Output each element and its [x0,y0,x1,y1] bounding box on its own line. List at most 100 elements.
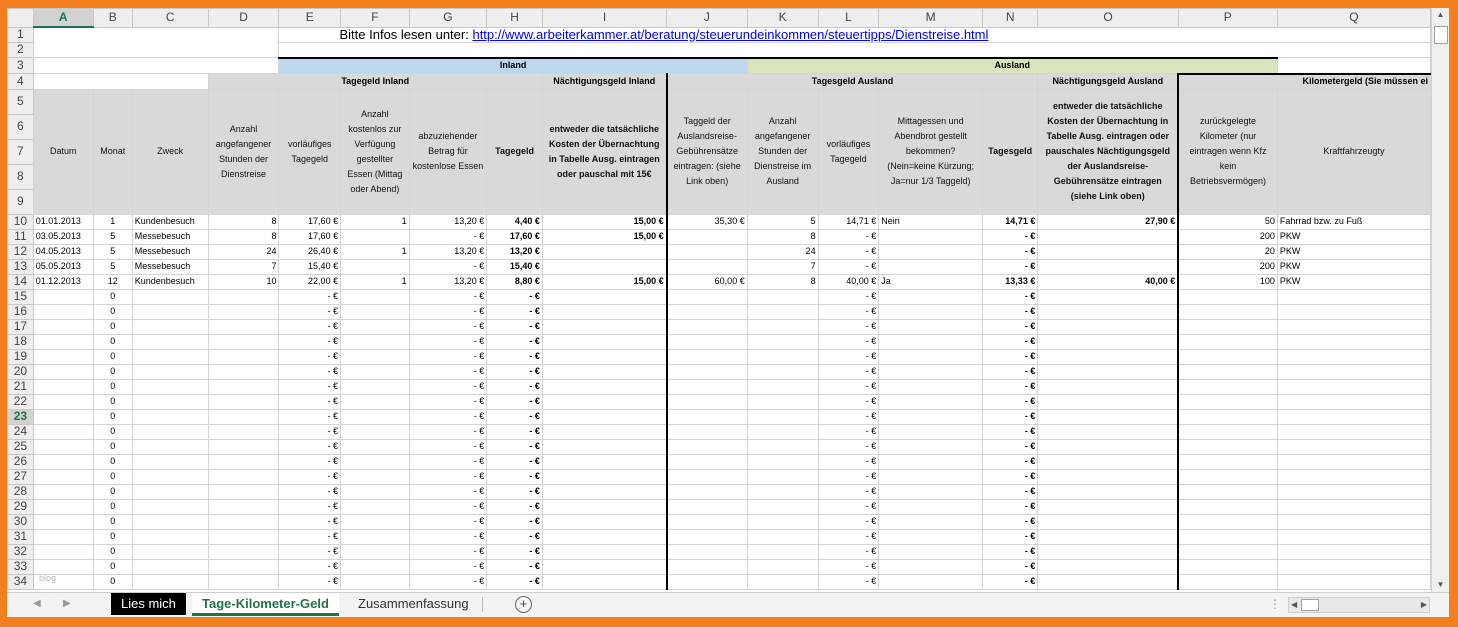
cell-f32[interactable] [340,543,410,560]
cell-g25[interactable]: - € [408,438,488,455]
cell-e10[interactable]: 17,60 € [278,213,342,230]
cell-e26[interactable]: - € [278,453,342,470]
cell-g13[interactable]: - € [408,258,488,275]
cell-n27[interactable]: - € [982,468,1039,485]
cell-q32[interactable] [1276,543,1431,560]
cell-d33[interactable] [207,558,280,575]
cell-m34[interactable] [878,573,984,590]
cell-l12[interactable]: - € [817,243,880,260]
cell-d2[interactable] [278,41,1431,58]
cell-b18[interactable]: 0 [92,333,133,350]
cell-o16[interactable] [1037,303,1180,320]
cell-q16[interactable] [1276,303,1431,320]
cell-f21[interactable] [340,378,410,395]
cell-d11[interactable]: 8 [207,228,280,245]
scroll-up-icon[interactable]: ▲ [1432,8,1449,22]
cell-g17[interactable]: - € [408,318,488,335]
cell-p10[interactable]: 50 [1177,213,1278,230]
cell-f30[interactable] [340,513,410,530]
row-header-7[interactable]: 7 [7,138,34,165]
column-header-a[interactable]: A [32,8,94,28]
cell-f14[interactable]: 1 [340,273,410,290]
cell-d13[interactable]: 7 [207,258,280,275]
cell-q34[interactable] [1276,573,1431,590]
cell-q24[interactable] [1276,423,1431,440]
cell-f23[interactable] [340,408,410,425]
cell-q25[interactable] [1276,438,1431,455]
cell-f28[interactable] [340,483,410,500]
cell-a3[interactable] [32,57,280,74]
cell-j33[interactable] [666,558,748,575]
cell-l24[interactable]: - € [817,423,880,440]
cell-d18[interactable] [207,333,280,350]
cell-g21[interactable]: - € [408,378,488,395]
cell-f20[interactable] [340,363,410,380]
cell-a29[interactable] [32,498,94,515]
cell-o33[interactable] [1037,558,1180,575]
cell-k14[interactable]: 8 [746,273,819,290]
cell-h25[interactable]: - € [486,438,543,455]
split-handle-icon[interactable]: ⋮ [1269,597,1281,611]
cell-q29[interactable] [1276,498,1431,515]
cell-k15[interactable] [746,288,819,305]
cell-q13[interactable]: PKW [1276,258,1431,275]
cell-e16[interactable]: - € [278,303,342,320]
row-header-29[interactable]: 29 [7,498,34,515]
cell-j25[interactable] [666,438,748,455]
column-header-e[interactable]: E [278,8,342,28]
cell-g18[interactable]: - € [408,333,488,350]
cell-m26[interactable] [878,453,984,470]
row-header-27[interactable]: 27 [7,468,34,485]
cell-n23[interactable]: - € [982,408,1039,425]
cell-l21[interactable]: - € [817,378,880,395]
cell-m17[interactable] [878,318,984,335]
cell-f11[interactable] [340,228,410,245]
cell-l26[interactable]: - € [817,453,880,470]
cell-b11[interactable]: 5 [92,228,133,245]
cell-m12[interactable] [878,243,984,260]
cell-q27[interactable] [1276,468,1431,485]
cell-b13[interactable]: 5 [92,258,133,275]
row-header-25[interactable]: 25 [7,438,34,455]
cell-f33[interactable] [340,558,410,575]
cell-m13[interactable] [878,258,984,275]
cell-d27[interactable] [207,468,280,485]
cell-k28[interactable] [746,483,819,500]
cell-l23[interactable]: - € [817,408,880,425]
cell-g30[interactable]: - € [408,513,488,530]
cell-j30[interactable] [666,513,748,530]
add-sheet-icon[interactable]: + [515,596,532,613]
cell-l15[interactable]: - € [817,288,880,305]
cell-l11[interactable]: - € [817,228,880,245]
cell-q22[interactable] [1276,393,1431,410]
cell-c29[interactable] [131,498,209,515]
cell-l20[interactable]: - € [817,363,880,380]
cell-n19[interactable]: - € [982,348,1039,365]
cell-i34[interactable] [541,573,668,590]
cell-m30[interactable] [878,513,984,530]
cell-g19[interactable]: - € [408,348,488,365]
cell-h11[interactable]: 17,60 € [486,228,543,245]
cell-i15[interactable] [541,288,668,305]
cell-p3[interactable] [1276,57,1431,74]
cell-n26[interactable]: - € [982,453,1039,470]
cell-n30[interactable]: - € [982,513,1039,530]
cell-e18[interactable]: - € [278,333,342,350]
cell-q33[interactable] [1276,558,1431,575]
band-ausland[interactable]: Ausland [746,56,1278,74]
cell-i10[interactable]: 15,00 € [541,213,668,230]
cell-c19[interactable] [131,348,209,365]
cell-d29[interactable] [207,498,280,515]
cell-a12[interactable]: 04.05.2013 [32,243,94,260]
cell-p28[interactable] [1177,483,1278,500]
cell-k17[interactable] [746,318,819,335]
cell-j12[interactable] [666,243,748,260]
column-header-q[interactable]: Q [1276,8,1431,28]
cell-b23[interactable]: 0 [92,408,133,425]
cell-k32[interactable] [746,543,819,560]
cell-o25[interactable] [1037,438,1180,455]
cell-a20[interactable] [32,363,94,380]
cell-e30[interactable]: - € [278,513,342,530]
cell-e11[interactable]: 17,60 € [278,228,342,245]
cell-d16[interactable] [207,303,280,320]
